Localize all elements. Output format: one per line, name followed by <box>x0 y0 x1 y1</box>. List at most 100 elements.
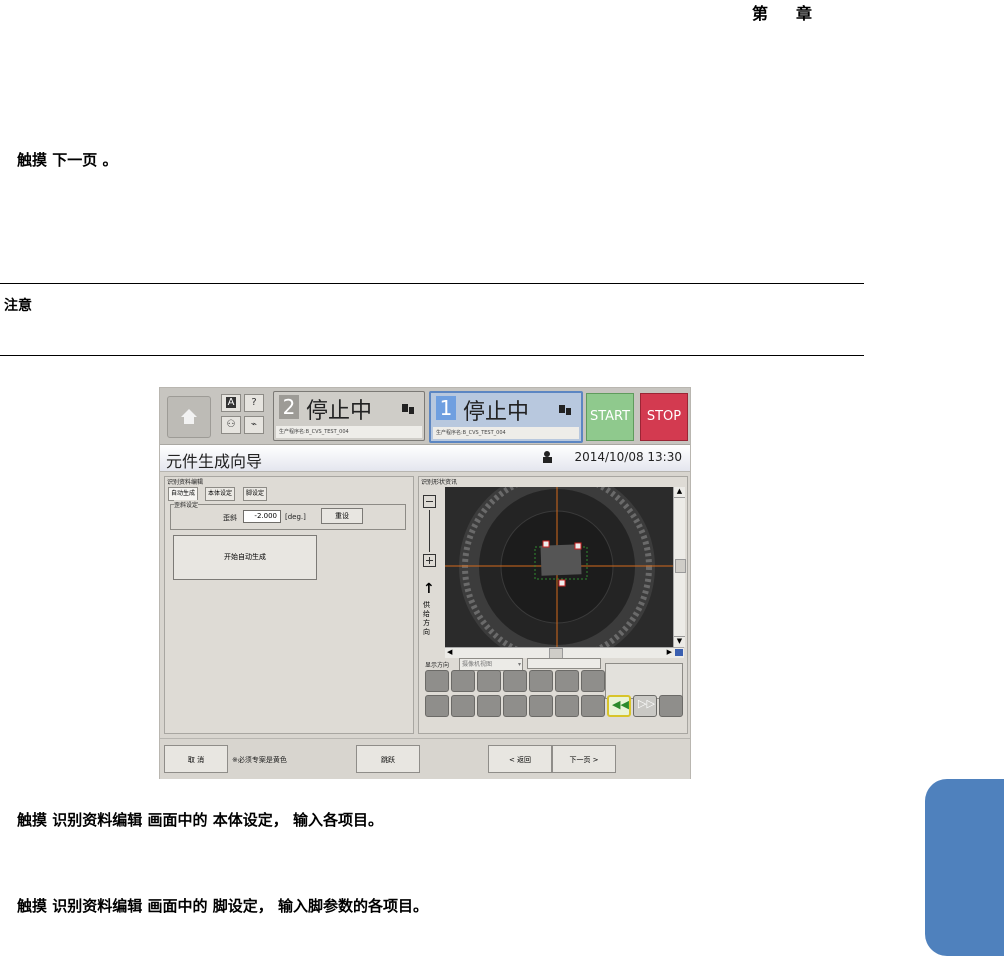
step-prefix: 触摸 <box>17 811 48 829</box>
rewind-icon: ◀◀ <box>612 698 629 711</box>
recognition-edit-pane: 识别资料编辑 自动生成 本体设定 脚设定 歪斜设定 歪斜 -2.000 [deg… <box>164 476 414 734</box>
supply-direction-label: 供 给 方 向 <box>423 601 437 637</box>
rewind-button[interactable]: ◀◀ <box>607 695 631 717</box>
panel-number: 1 <box>436 396 456 420</box>
palette-button[interactable] <box>451 695 475 717</box>
forward-icon: ▷▷ <box>638 697 655 710</box>
line-panel-2[interactable]: 2 停止中 生产程序名:B_CVS_TEST_004 <box>273 391 425 441</box>
reset-button[interactable]: 重设 <box>321 508 363 524</box>
wizard-bottombar: 取 消 ※必须专案是黄色 跳跃 < 返回 下一页 > <box>160 738 690 779</box>
palette-button[interactable] <box>529 695 553 717</box>
tab-leg-settings[interactable]: 脚设定 <box>243 487 268 501</box>
font-label: A <box>225 397 237 408</box>
chevron-down-icon: ▾ <box>517 661 521 668</box>
step-body-settings: 触摸 识别资料编辑 画面中的 本体设定， 输入各项目。 <box>17 809 383 830</box>
step-target: 识别资料编辑 <box>52 811 143 829</box>
wizard-title: 元件生成向导 <box>166 452 263 471</box>
camera-horizontal-scrollbar[interactable]: ◀ ▶ <box>445 647 684 659</box>
skew-unit: [deg.] <box>285 513 306 521</box>
step-touch-next: 触摸 下一页 。 <box>17 149 118 170</box>
view-mode-icon[interactable] <box>675 649 683 656</box>
back-button[interactable]: < 返回 <box>488 745 552 773</box>
palette-button[interactable] <box>555 670 579 692</box>
chapter-header: 第 章 <box>752 4 819 23</box>
step-leg-settings: 触摸 识别资料编辑 画面中的 脚设定， 输入脚参数的各项目。 <box>17 895 428 916</box>
scroll-right-icon[interactable]: ▶ <box>667 648 672 656</box>
palette-button[interactable] <box>477 670 501 692</box>
tab-body-settings[interactable]: 本体设定 <box>205 487 236 501</box>
group-title: 歪斜设定 <box>174 500 199 509</box>
cancel-button[interactable]: 取 消 <box>164 745 228 773</box>
step-middle: 画面中的 <box>147 897 208 915</box>
help-label: ? <box>251 397 257 408</box>
help-button[interactable]: ? <box>244 394 264 412</box>
machine-screenshot: A ? ⚇ ⌁ 2 停止中 生产程序名:B_CVS_TEST_004 1 停止中… <box>159 387 691 779</box>
palette-button[interactable] <box>477 695 501 717</box>
scroll-down-icon[interactable]: ▼ <box>674 636 685 647</box>
palette-button[interactable] <box>529 670 553 692</box>
font-button[interactable]: A <box>221 394 241 412</box>
forward-button[interactable]: ▷▷ <box>633 695 657 717</box>
camera-button[interactable]: ⌁ <box>244 416 264 434</box>
display-direction-value: 摄像机视图 <box>462 661 493 668</box>
zoom-slider[interactable] <box>429 510 430 552</box>
home-icon <box>181 409 197 424</box>
next-page-button[interactable]: 下一页 > <box>552 745 616 773</box>
palette-button[interactable] <box>581 670 605 692</box>
panel-state: 停止中 <box>463 400 530 425</box>
stop-button[interactable]: STOP <box>640 393 688 441</box>
start-auto-generate-button[interactable]: 开始自动生成 <box>173 535 317 580</box>
supply-char: 向 <box>423 628 430 636</box>
note-label: 注意 <box>4 298 32 314</box>
required-note: ※必须专案是黄色 <box>232 756 287 764</box>
camera-image <box>445 487 673 647</box>
skew-label: 歪斜 <box>223 514 237 522</box>
pane-title: 识别资料编辑 <box>167 479 204 486</box>
skew-input[interactable]: -2.000 <box>243 510 281 523</box>
zoom-tools: ↑ 供 给 方 向 <box>423 495 437 637</box>
camera-view[interactable] <box>445 487 673 647</box>
feeder-icon <box>559 405 571 415</box>
palette-button[interactable] <box>503 670 527 692</box>
tab-auto-generate[interactable]: 自动生成 <box>168 487 199 501</box>
note-bottom-rule <box>0 355 864 356</box>
scroll-up-icon[interactable]: ▲ <box>674 487 685 498</box>
operator-button[interactable]: ⚇ <box>221 416 241 434</box>
scroll-left-icon[interactable]: ◀ <box>447 648 452 656</box>
home-button[interactable] <box>167 396 211 438</box>
step-middle: 画面中的 <box>147 811 208 829</box>
supply-char: 供 <box>423 601 430 609</box>
zoom-in-icon[interactable] <box>423 554 436 567</box>
camera-vertical-scrollbar[interactable]: ▲ ▼ <box>673 487 686 647</box>
jump-button[interactable]: 跳跃 <box>356 745 420 773</box>
palette-button[interactable] <box>425 670 449 692</box>
status-field <box>527 658 601 669</box>
step-prefix: 触摸 <box>17 151 48 169</box>
panel-state: 停止中 <box>306 399 373 424</box>
step-suffix: ， 输入各项目。 <box>272 811 383 829</box>
note-top-rule <box>0 283 864 284</box>
shape-info-pane: 识别形状资讯 ↑ 供 给 方 向 ▲ ▼ ◀ ▶ 显示方向 摄像机视图 ▾ ◀◀… <box>418 476 688 734</box>
start-button[interactable]: START <box>586 393 634 441</box>
palette-button[interactable] <box>503 695 527 717</box>
scroll-thumb[interactable] <box>675 559 686 573</box>
step-target: 脚设定 <box>212 897 258 915</box>
panel-program: 生产程序名:B_CVS_TEST_004 <box>276 426 422 438</box>
palette-button[interactable] <box>659 695 683 717</box>
palette-button[interactable] <box>425 695 449 717</box>
step-target: 下一页 <box>52 151 98 169</box>
palette-button[interactable] <box>555 695 579 717</box>
palette-button[interactable] <box>451 670 475 692</box>
operator-icon: ⚇ <box>226 419 236 430</box>
step-target: 本体设定 <box>212 811 273 829</box>
datetime: 2014/10/08 13:30 <box>574 450 682 464</box>
pane-title: 识别形状资讯 <box>421 479 458 486</box>
panel-number: 2 <box>279 395 299 419</box>
zoom-out-icon[interactable] <box>423 495 436 508</box>
step-target: 识别资料编辑 <box>52 897 143 915</box>
feeder-icon <box>402 404 414 414</box>
line-panel-1[interactable]: 1 停止中 生产程序名:B_CVS_TEST_004 <box>429 391 583 443</box>
step-prefix: 触摸 <box>17 897 48 915</box>
panel-program: 生产程序名:B_CVS_TEST_004 <box>433 427 579 439</box>
palette-button[interactable] <box>581 695 605 717</box>
